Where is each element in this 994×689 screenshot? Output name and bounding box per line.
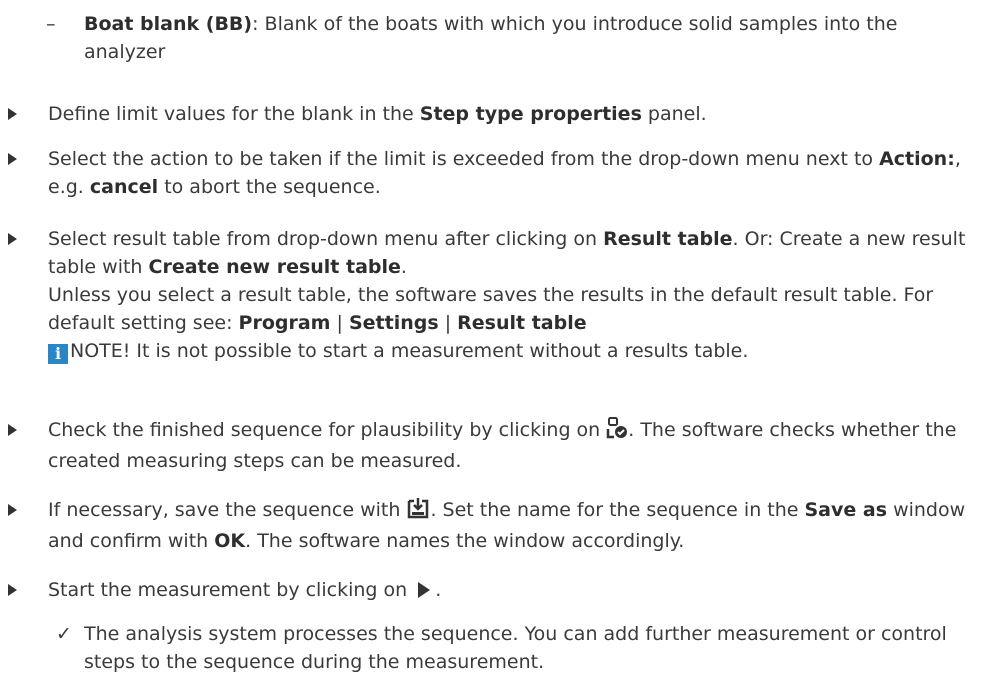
sub-list-item-boat-blank: – Boat blank (BB): Blank of the boats wi… [46, 10, 974, 66]
term-step-type-properties: Step type properties [419, 103, 642, 125]
step-result-table: Select result table from drop-down menu … [8, 225, 978, 365]
result-item: ✓ The analysis system processes the sequ… [56, 620, 974, 676]
step-start-measurement: Start the measurement by clicking on . [8, 576, 978, 607]
step-check-plausibility: Check the finished sequence for plausibi… [8, 416, 978, 475]
save-icon [406, 497, 430, 527]
play-icon [417, 579, 431, 607]
step-marker [8, 233, 17, 245]
checkmark-icon: ✓ [56, 623, 72, 645]
term-save-as: Save as [804, 499, 888, 521]
menu-path-settings: Settings [348, 312, 439, 334]
step-select-action: Select the action to be taken if the lim… [8, 145, 978, 201]
step-marker [8, 108, 17, 120]
term-result-table: Result table [603, 228, 733, 250]
dash-marker: – [46, 13, 56, 35]
term-create-new-result-table: Create new result table [148, 256, 401, 278]
info-icon: i [48, 344, 68, 364]
menu-path-result-table: Result table [457, 312, 587, 334]
menu-path-program: Program [238, 312, 331, 334]
step-marker [8, 584, 17, 596]
step-marker [8, 504, 17, 516]
step-marker [8, 424, 17, 436]
step-marker [8, 153, 17, 165]
term-cancel: cancel [89, 176, 159, 198]
term-boat-blank: Boat blank (BB) [84, 13, 253, 35]
term-ok: OK [214, 530, 246, 552]
note-text: NOTE! It is not possible to start a meas… [70, 340, 749, 362]
term-action: Action: [879, 148, 955, 170]
result-text: The analysis system processes the sequen… [84, 623, 947, 673]
step-define-limit: Define limit values for the blank in the… [8, 100, 978, 128]
check-sequence-icon [606, 417, 628, 447]
step-save-sequence: If necessary, save the sequence with . S… [8, 496, 978, 555]
